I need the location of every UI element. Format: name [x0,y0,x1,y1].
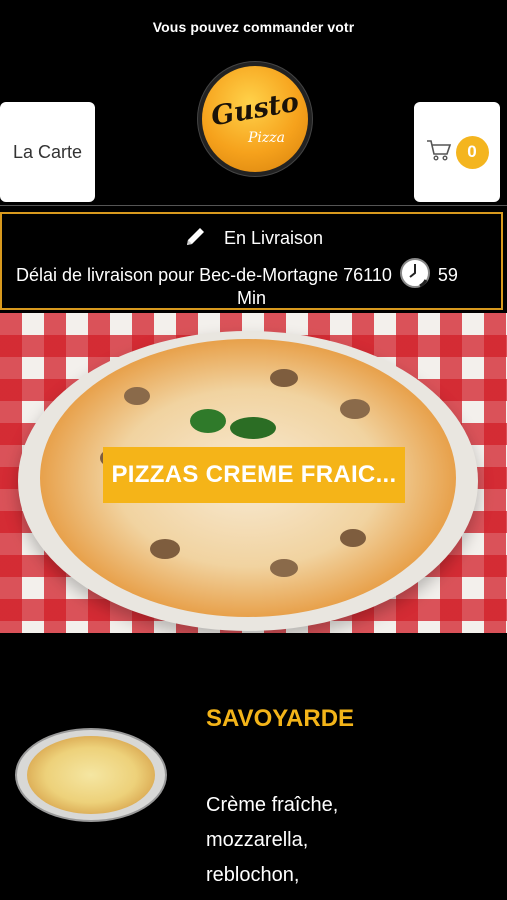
mushroom-topping [340,529,366,547]
menu-button-label: La Carte [12,141,83,162]
basil-topping [230,417,276,439]
delivery-unit: Min [237,288,267,308]
logo-subtext: Pizza [248,130,285,146]
cart-count-badge: 0 [455,135,489,169]
category-title: PIZZAS CREME FRAIC... [103,447,405,503]
logo-text: Gusto [208,86,302,133]
pencil-icon[interactable] [184,224,208,253]
cart-icon [426,138,452,167]
basil-topping [190,409,226,433]
cart-button[interactable]: 0 [414,102,500,202]
menu-button[interactable]: La Carte [0,102,95,202]
clock-icon [398,256,432,295]
category-banner[interactable]: PIZZAS CREME FRAIC... [0,313,507,633]
mushroom-topping [124,387,150,405]
logo[interactable]: Gusto Pizza [202,66,308,172]
mushroom-topping [150,539,180,559]
announcement-ticker: Vous pouvez commander votr [0,0,507,54]
delivery-delay-text: Délai de livraison pour Bec-de-Mortagne … [16,265,392,285]
product-description: Crème fraîche, mozzarella, reblochon, [206,794,339,886]
delivery-info-panel[interactable]: En Livraison Délai de livraison pour Bec… [0,212,503,310]
header-divider [0,205,507,206]
mushroom-topping [270,559,298,577]
mushroom-topping [270,369,298,387]
delivery-minutes: 59 [437,265,458,285]
ticker-text: Vous pouvez commander votr [152,19,355,35]
product-image[interactable] [17,730,165,820]
mushroom-topping [340,399,370,419]
delivery-mode: En Livraison [223,228,324,248]
product-name[interactable]: SAVOYARDE [206,705,354,733]
